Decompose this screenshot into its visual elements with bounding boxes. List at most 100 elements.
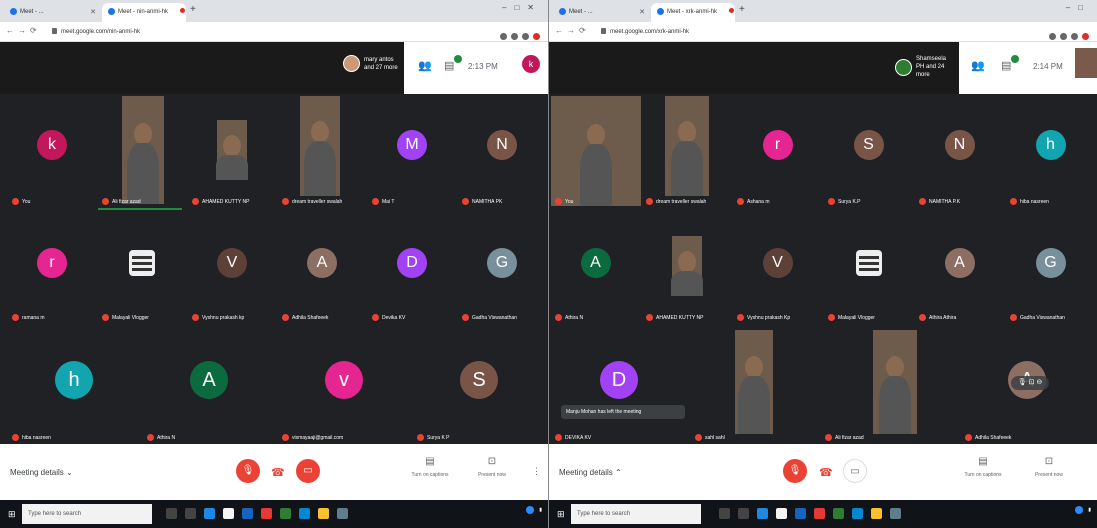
self-avatar[interactable]: k <box>522 55 540 73</box>
participant-tile[interactable]: D DEVIKA KV <box>551 330 687 442</box>
network-icon[interactable] <box>526 506 535 514</box>
close-tab-icon[interactable]: ✕ <box>639 3 645 22</box>
captions-button[interactable]: ▤ Turn on captions <box>408 456 452 478</box>
extension-icon[interactable] <box>1071 33 1078 40</box>
url-field[interactable]: meet.google.com/nin-anmi-hk <box>52 26 140 38</box>
window-controls[interactable]: –□ <box>1066 3 1091 12</box>
participant-tile[interactable]: G Gadha Viswanathan <box>1006 216 1095 322</box>
tab-1[interactable]: Meet - ... ✕ <box>4 3 100 22</box>
task-view-icon[interactable] <box>719 508 730 519</box>
app-icon[interactable] <box>280 508 291 519</box>
tile-hover-tools[interactable]: 🎙 ⊡ ⊖ <box>1011 376 1049 390</box>
app-icon[interactable] <box>242 508 253 519</box>
participant-tile[interactable]: D Devika KV <box>368 216 456 322</box>
participant-tile[interactable]: S Surya K.P <box>824 96 913 206</box>
participant-tile[interactable]: A Adhila Shafeeek <box>278 216 366 322</box>
chat-icon[interactable]: ▤ <box>444 59 454 72</box>
present-button[interactable]: ⊡ Present now <box>470 456 514 478</box>
new-tab-icon[interactable]: + <box>739 4 745 15</box>
hang-up-button[interactable]: ☎ <box>819 466 833 479</box>
network-icon[interactable] <box>1075 506 1084 514</box>
camera-off-button[interactable]: ▭ <box>296 459 320 483</box>
extension-icon[interactable] <box>1049 33 1056 40</box>
people-icon[interactable]: 👥 <box>418 59 432 72</box>
participant-tile[interactable]: sahl sahl <box>689 330 819 442</box>
participant-tile[interactable]: h hiba nasreen <box>1006 96 1095 206</box>
participants-chip[interactable]: Shamseela PH and 24 more <box>895 55 956 79</box>
close-tab-icon[interactable]: ✕ <box>90 3 96 22</box>
new-tab-icon[interactable]: + <box>190 4 196 15</box>
participant-tile[interactable]: V Vyshnu prakash kp <box>188 216 276 322</box>
tab-2[interactable]: Meet - xrk-anmi-hk <box>651 3 735 22</box>
extension-icon[interactable] <box>500 33 507 40</box>
participant-tile[interactable]: AHAMED KUTTY NP <box>188 96 276 206</box>
participant-tile[interactable]: S Surya K P <box>413 330 545 442</box>
participant-tile[interactable]: r Ashana m <box>733 96 822 206</box>
participant-tile[interactable]: N NAMITHA PK <box>458 96 546 206</box>
app-icon[interactable] <box>795 508 806 519</box>
participant-tile[interactable]: Malayali Vlogger <box>98 216 186 322</box>
nav-buttons[interactable]: ←→⟳ <box>6 26 41 35</box>
app-icon[interactable] <box>185 508 196 519</box>
edge-icon[interactable] <box>757 508 768 519</box>
extension-icon[interactable] <box>511 33 518 40</box>
taskbar-search[interactable]: Type here to search <box>571 504 701 524</box>
app-icon[interactable] <box>299 508 310 519</box>
meeting-details-button[interactable]: Meeting details ⌃ <box>559 468 622 477</box>
app-icon[interactable] <box>738 508 749 519</box>
participant-tile[interactable]: v vismayaaji@gmail.com <box>278 330 410 442</box>
chrome-icon[interactable] <box>318 508 329 519</box>
participant-tile[interactable]: dream traveller swalah <box>278 96 366 206</box>
meeting-details-button[interactable]: Meeting details ⌄ <box>10 468 73 477</box>
notification-icon[interactable]: ▮ <box>539 507 542 513</box>
notification-icon[interactable]: ▮ <box>1088 507 1091 513</box>
extension-icon[interactable] <box>1060 33 1067 40</box>
camera-button[interactable]: ▭ <box>843 459 867 483</box>
app-icon[interactable] <box>833 508 844 519</box>
profile-icon[interactable] <box>1082 33 1089 40</box>
tab-1[interactable]: Meet - ... ✕ <box>553 3 649 22</box>
mic-off-button[interactable]: 🎙 <box>236 459 260 483</box>
nav-buttons[interactable]: ←→⟳ <box>555 26 590 35</box>
captions-button[interactable]: ▤ Turn on captions <box>961 456 1005 478</box>
task-view-icon[interactable] <box>166 508 177 519</box>
participant-tile[interactable]: A Athira N <box>143 330 275 442</box>
present-button[interactable]: ⊡ Present now <box>1027 456 1071 478</box>
participant-tile[interactable]: dream traveller swalah <box>642 96 731 206</box>
chrome-icon[interactable] <box>871 508 882 519</box>
participant-tile[interactable]: M Mai T <box>368 96 456 206</box>
more-options-icon[interactable]: ⋮ <box>532 466 541 477</box>
participant-tile[interactable]: G Gadha Viswanathan <box>458 216 546 322</box>
participant-tile[interactable]: A Athira Athira <box>915 216 1004 322</box>
window-controls[interactable]: –□✕ <box>502 3 542 12</box>
participant-tile[interactable]: k You <box>8 96 96 206</box>
participant-tile[interactable]: Ali fizar azad <box>821 330 957 442</box>
self-thumbnail[interactable] <box>1075 48 1097 78</box>
store-icon[interactable] <box>223 508 234 519</box>
hang-up-button[interactable]: ☎ <box>271 466 285 479</box>
taskbar-search[interactable]: Type here to search <box>22 504 152 524</box>
mic-off-button[interactable]: 🎙 <box>783 459 807 483</box>
app-icon[interactable] <box>814 508 825 519</box>
participant-tile[interactable]: r ramana m <box>8 216 96 322</box>
app-icon[interactable] <box>261 508 272 519</box>
windows-start-icon[interactable]: ⊞ <box>557 509 565 520</box>
profile-icon[interactable] <box>533 33 540 40</box>
windows-start-icon[interactable]: ⊞ <box>8 509 16 520</box>
participant-tile[interactable]: V Vyshnu prakash Kp <box>733 216 822 322</box>
tab-2[interactable]: Meet - nin-anmi-hk <box>102 3 186 22</box>
chat-icon[interactable]: ▤ <box>1001 59 1011 72</box>
app-icon[interactable] <box>337 508 348 519</box>
participant-tile[interactable]: A Athira N <box>551 216 640 322</box>
app-icon[interactable] <box>890 508 901 519</box>
participant-tile[interactable]: AHAMED KUTTY NP <box>642 216 731 322</box>
url-field[interactable]: meet.google.com/xrk-anmi-hk <box>601 26 689 38</box>
participant-tile[interactable]: h hiba nasreen <box>8 330 140 442</box>
edge-icon[interactable] <box>204 508 215 519</box>
app-icon[interactable] <box>852 508 863 519</box>
people-icon[interactable]: 👥 <box>971 59 985 72</box>
participant-tile[interactable]: N NAMITHA P.K <box>915 96 1004 206</box>
participant-tile[interactable]: Ali fizar azad <box>98 96 186 210</box>
participant-tile[interactable]: You <box>551 96 641 206</box>
participants-chip[interactable]: mary antos and 27 more <box>343 55 404 72</box>
